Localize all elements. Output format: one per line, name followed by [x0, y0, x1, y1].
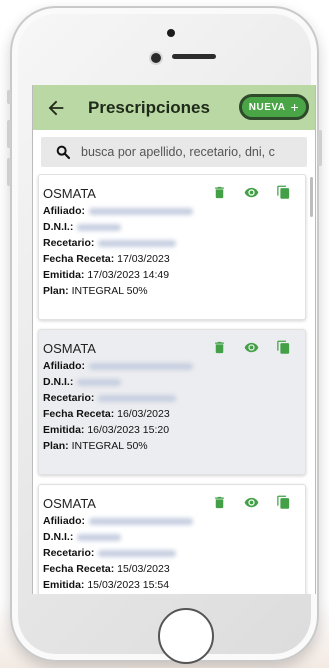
side-button-volume-up: [7, 120, 11, 148]
earpiece-speaker: [172, 54, 216, 59]
side-button-mute: [7, 90, 11, 104]
obra-social-name: OSMATA: [43, 340, 96, 356]
afiliado-row: Afiliado:: [43, 513, 305, 529]
dni-row: D.N.I.:: [43, 219, 305, 235]
trash-icon[interactable]: [212, 495, 227, 510]
emitida-row: Emitida: 17/03/2023 14:49: [43, 269, 170, 281]
arrow-left-icon[interactable]: [45, 97, 67, 119]
dni-row: D.N.I.:: [43, 374, 305, 390]
afiliado-row: Afiliado:: [43, 358, 305, 374]
list-scrollbar[interactable]: [310, 177, 313, 217]
card-actions: [212, 495, 291, 510]
search-bar: [33, 130, 315, 173]
prescription-card[interactable]: OSMATA Afiliado: D.N.I.: Recetario: Fech…: [38, 174, 306, 320]
new-button-label: NUEVA: [248, 101, 286, 113]
plan-row: Plan: INTEGRAL 50%: [43, 440, 148, 452]
app-screen: Prescripciones NUEVA + OSMATA Afilia: [32, 85, 316, 594]
page-title: Prescripciones: [88, 97, 210, 117]
emitida-row: Emitida: 16/03/2023 15:20: [43, 424, 170, 436]
front-camera: [167, 29, 175, 37]
prescription-card[interactable]: OSMATA Afiliado: D.N.I.: Recetario: Fech…: [38, 329, 306, 475]
home-button[interactable]: [158, 608, 214, 664]
eye-icon[interactable]: [244, 340, 259, 355]
recetario-row: Recetario:: [43, 545, 305, 561]
recetario-row: Recetario:: [43, 390, 305, 406]
eye-icon[interactable]: [244, 495, 259, 510]
fecha-receta-row: Fecha Receta: 15/03/2023: [43, 563, 170, 575]
obra-social-name: OSMATA: [43, 495, 96, 511]
side-button-volume-down: [7, 158, 11, 186]
obra-social-name: OSMATA: [43, 185, 96, 201]
fecha-receta-row: Fecha Receta: 16/03/2023: [43, 408, 170, 420]
copy-icon[interactable]: [276, 185, 291, 200]
plus-icon: +: [290, 99, 300, 115]
eye-icon[interactable]: [244, 185, 259, 200]
app-bar: Prescripciones NUEVA +: [33, 85, 315, 130]
prescription-list: OSMATA Afiliado: D.N.I.: Recetario: Fech…: [33, 174, 315, 594]
fecha-receta-row: Fecha Receta: 17/03/2023: [43, 253, 170, 265]
search-input[interactable]: [81, 145, 291, 159]
side-button-power: [318, 130, 322, 166]
card-actions: [212, 340, 291, 355]
trash-icon[interactable]: [212, 340, 227, 355]
card-actions: [212, 185, 291, 200]
sensor: [149, 51, 163, 65]
new-prescription-button[interactable]: NUEVA +: [239, 94, 309, 120]
plan-row: Plan: INTEGRAL 50%: [43, 285, 148, 297]
trash-icon[interactable]: [212, 185, 227, 200]
search-icon: [56, 145, 71, 160]
prescription-card[interactable]: OSMATA Afiliado: D.N.I.: Recetario: Fech…: [38, 484, 306, 594]
search-box[interactable]: [41, 137, 307, 167]
dni-row: D.N.I.:: [43, 529, 305, 545]
copy-icon[interactable]: [276, 340, 291, 355]
recetario-row: Recetario:: [43, 235, 305, 251]
copy-icon[interactable]: [276, 495, 291, 510]
afiliado-row: Afiliado:: [43, 203, 305, 219]
emitida-row: Emitida: 15/03/2023 15:54: [43, 579, 170, 591]
